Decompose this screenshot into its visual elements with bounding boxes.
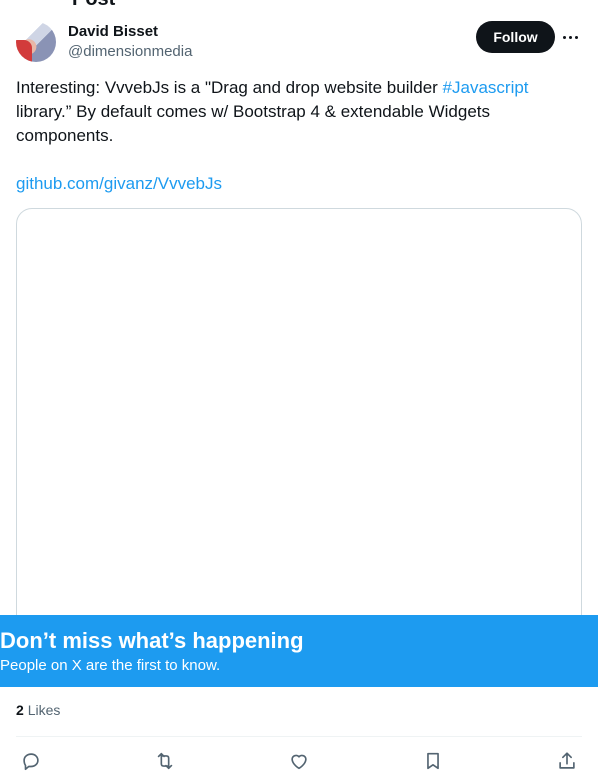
banner-subtitle: People on X are the first to know. bbox=[0, 657, 221, 674]
link-preview-card[interactable] bbox=[16, 208, 582, 648]
external-link[interactable]: github.com/givanz/VvvebJs bbox=[16, 172, 222, 196]
likes-count: 2 bbox=[16, 702, 24, 718]
tweet-text-before: Interesting: VvvebJs is a "Drag and drop… bbox=[16, 78, 443, 97]
more-options-icon[interactable] bbox=[558, 25, 582, 49]
avatar[interactable] bbox=[16, 22, 56, 62]
login-banner: Don’t miss what’s happening People on X … bbox=[0, 615, 598, 687]
repost-button[interactable] bbox=[150, 748, 180, 774]
bookmark-button[interactable] bbox=[418, 748, 448, 774]
reply-icon bbox=[23, 753, 39, 771]
tweet-author: David Bisset @dimensionmedia Follow bbox=[16, 20, 582, 64]
author-display-name[interactable]: David Bisset bbox=[68, 22, 192, 42]
author-names: David Bisset @dimensionmedia bbox=[68, 22, 192, 62]
follow-button[interactable]: Follow bbox=[476, 21, 555, 53]
share-button[interactable] bbox=[552, 748, 582, 774]
share-icon bbox=[559, 752, 575, 769]
action-bar bbox=[16, 748, 582, 774]
hashtag-link[interactable]: #Javascript bbox=[443, 78, 529, 97]
likes-stat[interactable]: 2 Likes bbox=[16, 700, 60, 720]
like-icon bbox=[291, 754, 307, 770]
page-title: Post bbox=[72, 0, 115, 11]
reply-button[interactable] bbox=[16, 748, 46, 774]
divider bbox=[16, 736, 582, 737]
tweet-text-after: library.” By default comes w/ Bootstrap … bbox=[16, 102, 491, 145]
repost-icon bbox=[157, 752, 173, 770]
likes-label: Likes bbox=[27, 702, 61, 718]
tweet-text: Interesting: VvvebJs is a "Drag and drop… bbox=[16, 76, 582, 148]
like-button[interactable] bbox=[284, 748, 314, 774]
banner-title: Don’t miss what’s happening bbox=[0, 628, 304, 653]
bookmark-icon bbox=[427, 752, 439, 770]
author-handle[interactable]: @dimensionmedia bbox=[68, 42, 192, 62]
